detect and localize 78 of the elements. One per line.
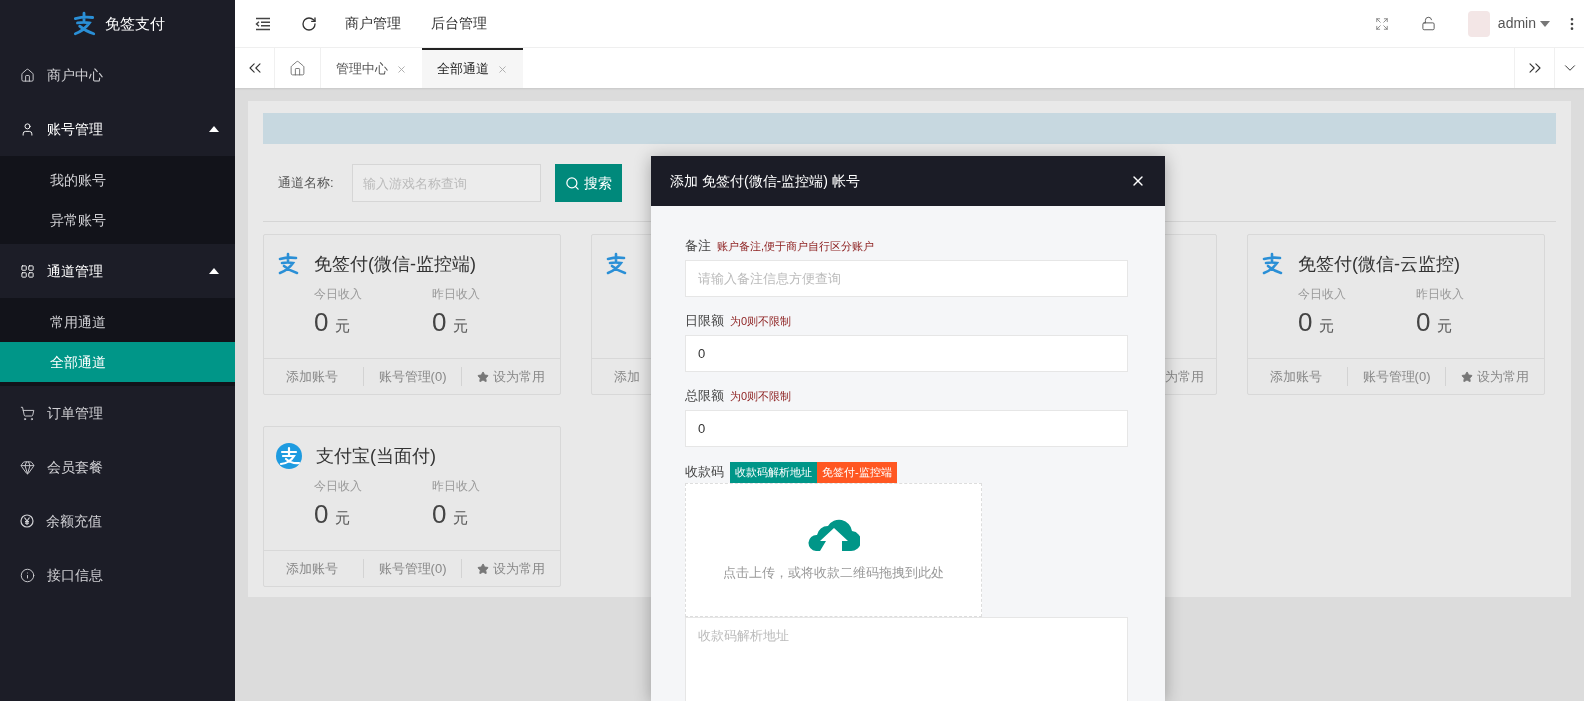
- cloud-upload-icon: [807, 517, 860, 554]
- stat-value: 0: [314, 498, 329, 531]
- stat-unit: 元: [335, 508, 351, 528]
- stat-value: 0: [1416, 306, 1431, 339]
- cart-icon: [20, 405, 35, 421]
- stat-value: 0: [314, 306, 329, 339]
- input-field[interactable]: 0: [685, 335, 1128, 372]
- field-label: 日限额: [685, 312, 724, 330]
- field-hint: 为0则不限制: [730, 389, 792, 404]
- tag: 收款码解析地址: [730, 461, 817, 483]
- sidebar-item[interactable]: 接口信息: [0, 548, 235, 602]
- stat-unit: 元: [335, 316, 351, 336]
- stat-unit: 元: [1319, 316, 1335, 336]
- stat-label: 昨日收入: [432, 286, 481, 303]
- info-icon: [20, 567, 35, 583]
- star-icon: [477, 370, 490, 383]
- home-icon: [289, 59, 306, 77]
- home-icon: [20, 67, 35, 83]
- sidebar-item[interactable]: 商户中心: [0, 48, 235, 102]
- grid-icon: [20, 263, 35, 279]
- input-field[interactable]: 0: [685, 410, 1128, 447]
- nav-link[interactable]: 后台管理: [431, 13, 487, 34]
- stat-label: 今日收入: [314, 478, 363, 495]
- stat-label: 今日收入: [314, 286, 363, 303]
- refresh-icon[interactable]: [301, 15, 317, 32]
- submenu-item[interactable]: 常用通道: [0, 302, 235, 342]
- submenu-item[interactable]: 我的账号: [0, 160, 235, 200]
- search-label: 通道名称:: [278, 174, 335, 193]
- sidebar-item[interactable]: 通道管理: [0, 244, 235, 298]
- upload-hint: 点击上传，或将收款二维码拖拽到此处: [723, 564, 944, 583]
- field-hint: 账户备注,便于商户自行区分账户: [717, 239, 875, 254]
- search-icon: [565, 175, 580, 191]
- field-hint: 为0则不限制: [730, 314, 792, 329]
- tab[interactable]: 管理中心: [321, 48, 422, 88]
- sidebar-item[interactable]: 订单管理: [0, 386, 235, 440]
- user-icon: [20, 121, 35, 137]
- stat-value: 0: [1298, 306, 1313, 339]
- stat-value: 0: [432, 306, 447, 339]
- logo-icon: [1260, 252, 1284, 276]
- stat-label: 昨日收入: [432, 478, 481, 495]
- card-title: 免签付(微信-云监控): [1298, 252, 1460, 276]
- yen-icon: [20, 514, 34, 528]
- fullscreen-icon[interactable]: [1374, 16, 1389, 31]
- logo-icon: [604, 252, 628, 276]
- logo-icon: [276, 252, 300, 276]
- submenu-item[interactable]: 异常账号: [0, 200, 235, 240]
- stat-unit: 元: [1437, 316, 1453, 336]
- tab[interactable]: 全部通道: [422, 48, 523, 88]
- star-icon: [1461, 370, 1474, 383]
- app-name: 免签支付: [104, 13, 165, 34]
- alipay-icon: [276, 443, 302, 469]
- sidebar-item[interactable]: 余额充值: [0, 494, 235, 548]
- dialog-title: 添加 免签付(微信-监控端) 帐号: [670, 171, 861, 191]
- search-button[interactable]: 搜索: [555, 164, 622, 202]
- input-field[interactable]: 请输入备注信息方便查询: [685, 260, 1128, 297]
- stat-label: 昨日收入: [1416, 286, 1465, 303]
- user-name[interactable]: admin: [1497, 13, 1536, 34]
- nav-link[interactable]: 商户管理: [345, 13, 401, 34]
- sidebar-item[interactable]: 账号管理: [0, 102, 235, 156]
- field-label: 备注: [685, 237, 711, 255]
- card-title: 支付宝(当面付): [316, 444, 436, 468]
- card-title: 免签付(微信-监控端): [314, 252, 476, 276]
- stat-unit: 元: [453, 508, 469, 528]
- submenu-item[interactable]: 全部通道: [0, 342, 235, 382]
- field-label: 总限额: [685, 387, 724, 405]
- avatar: [1467, 10, 1490, 37]
- stat-value: 0: [432, 498, 447, 531]
- stat-label: 今日收入: [1298, 286, 1347, 303]
- sidebar-item[interactable]: 会员套餐: [0, 440, 235, 494]
- caret-icon: [1540, 20, 1550, 27]
- field-label: 收款码: [685, 463, 724, 482]
- collapse-menu-icon[interactable]: [255, 16, 271, 31]
- address-field[interactable]: 收款码解析地址: [685, 617, 1128, 701]
- stat-unit: 元: [453, 316, 469, 336]
- star-icon: [477, 562, 490, 575]
- diamond-icon: [20, 459, 35, 475]
- lock-icon[interactable]: [1420, 16, 1436, 31]
- tag: 免签付-监控端: [817, 461, 897, 483]
